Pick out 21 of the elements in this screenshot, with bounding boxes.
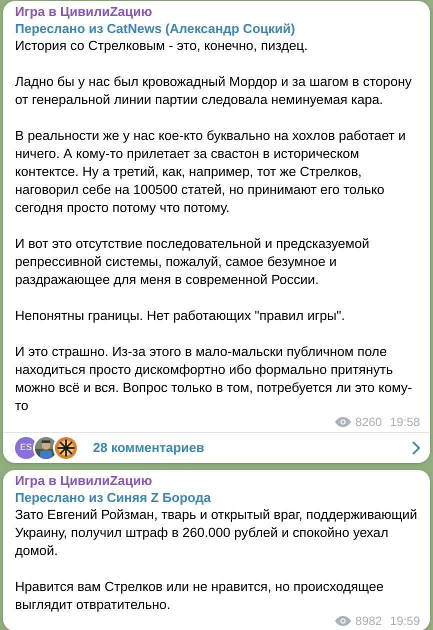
message-paragraph: И вот это отсутствие последовательной и предсказуемой репрессивной системы, пожалуй, самое безумное и раздражающее для меня в современной России. [15,235,370,289]
message-time: 19:58 [390,415,420,429]
message-paragraph: Зато Евгений Ройзман, тварь и открытый враг, поддерживающий Украину, получил штраф в 260.000 рублей и спокойно уехал домой. [15,506,418,560]
message-paragraph: Ладно бы у нас был кровожадный Мордор и за шагом в сторону от генеральной линии партии следовала неминуемая кара. [15,73,413,109]
message-paragraph: В реальности же у нас кое-кто буквально на хохлов работает и ничего. А кому-то прилетает за свастон в историческом контектсе. Ну а третий, как, например, тот же Стрелков, наговорил себе на 100500 статей, но принимают его только сегодня просто потому что потому. [15,127,407,217]
channel-name[interactable]: Игра в ЦивилиZацию [15,3,422,20]
message-paragraph: Нравится вам Стрелков или не нравится, но происходящее выглядит отвратительно. [15,578,385,614]
forwarded-from[interactable]: Переслано из Синяя Z Борода [15,489,422,506]
forwarded-from[interactable]: Переслано из CatNews (Александр Соцкий) [15,20,422,37]
comments-button[interactable]: ES 28 комментариев [3,432,430,463]
view-count: 8260 [355,415,382,429]
message-paragraph: История со Стрелковым - это, конечно, пиздец. [15,37,309,55]
message-time: 19:59 [390,614,420,628]
message-paragraph: И это страшно. Из-за этого в мало-мальски публичном поле находиться просто дискомфортно ибо формально притянуть можно всё и вся. Вопрос только в том, потребуется ли это кому-то [15,343,414,415]
eye-icon [335,616,352,626]
comments-label: 28 комментариев [93,439,204,458]
message-paragraph: Непонятны границы. Нет работающих "правил игры". [15,307,346,325]
eye-icon [335,417,352,427]
chevron-right-icon [412,441,420,455]
channel-name[interactable]: Игра в ЦивилиZацию [15,472,422,489]
view-count: 8982 [355,614,382,628]
